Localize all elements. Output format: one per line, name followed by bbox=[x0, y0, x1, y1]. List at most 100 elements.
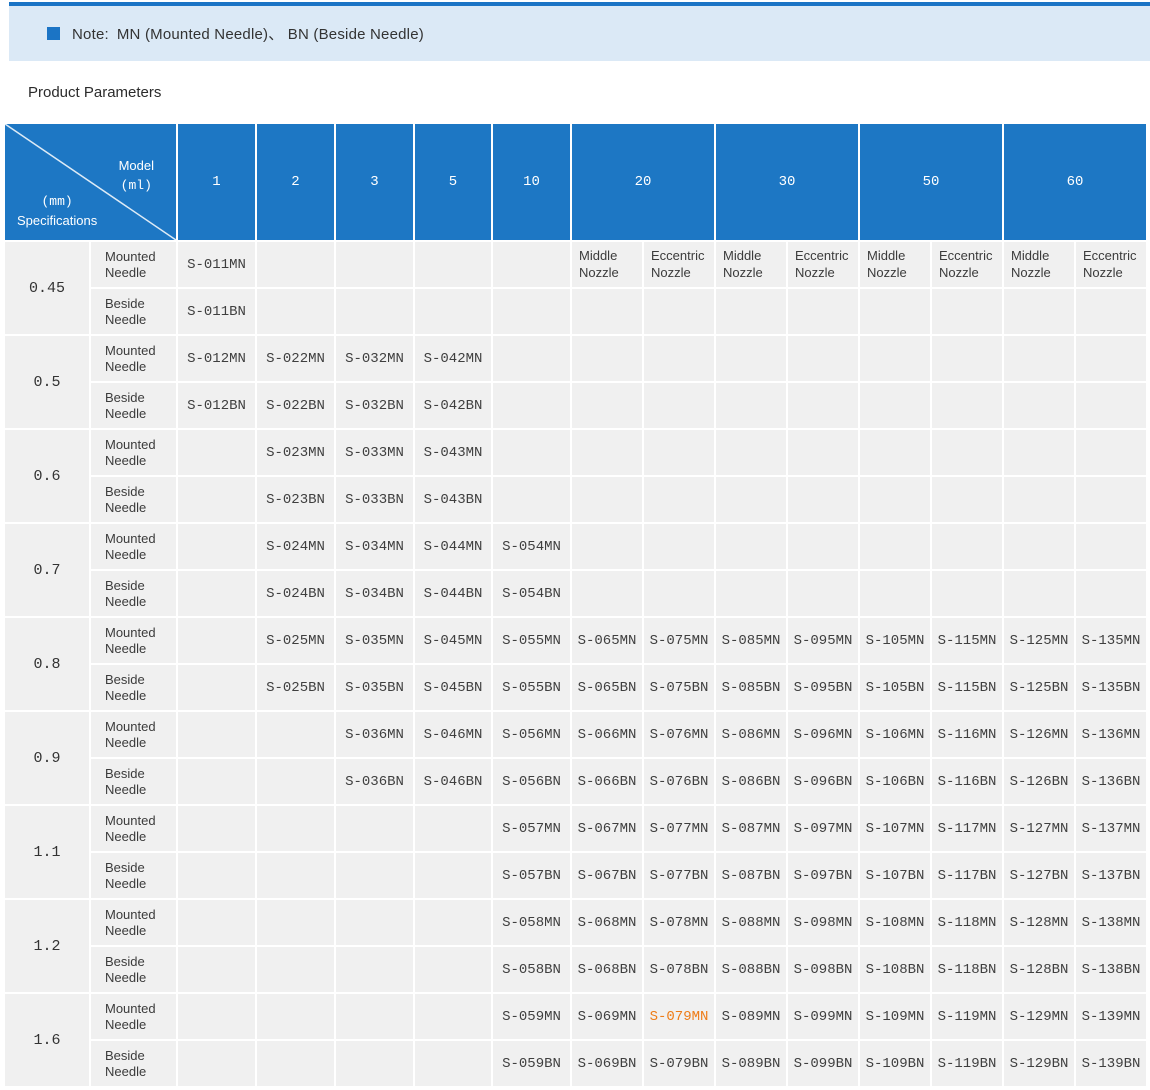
model-code-cell[interactable]: S-023BN bbox=[257, 477, 334, 522]
model-code-cell[interactable]: S-118MN bbox=[932, 900, 1002, 945]
model-code-cell[interactable]: S-045BN bbox=[415, 665, 491, 710]
model-code-cell[interactable]: S-067MN bbox=[572, 806, 642, 851]
model-code-cell[interactable]: S-107MN bbox=[860, 806, 930, 851]
model-code-cell[interactable]: S-065MN bbox=[572, 618, 642, 663]
model-code-cell[interactable]: S-098MN bbox=[788, 900, 858, 945]
model-code-cell[interactable]: S-034MN bbox=[336, 524, 413, 569]
model-code-cell[interactable]: S-138BN bbox=[1076, 947, 1146, 992]
model-code-cell[interactable]: S-059MN bbox=[493, 994, 570, 1039]
model-code-cell[interactable]: S-033MN bbox=[336, 430, 413, 475]
model-code-cell[interactable]: S-057MN bbox=[493, 806, 570, 851]
model-code-cell[interactable]: S-088MN bbox=[716, 900, 786, 945]
model-code-cell[interactable]: S-022MN bbox=[257, 336, 334, 381]
model-code-cell[interactable]: S-068MN bbox=[572, 900, 642, 945]
model-code-cell[interactable]: S-135BN bbox=[1076, 665, 1146, 710]
model-code-cell[interactable]: S-011MN bbox=[178, 242, 255, 287]
model-code-cell[interactable]: S-109MN bbox=[860, 994, 930, 1039]
model-code-cell[interactable]: S-054BN bbox=[493, 571, 570, 616]
model-code-cell[interactable]: S-034BN bbox=[336, 571, 413, 616]
model-code-cell[interactable]: S-097MN bbox=[788, 806, 858, 851]
model-code-cell[interactable]: S-035MN bbox=[336, 618, 413, 663]
model-code-cell[interactable]: S-127BN bbox=[1004, 853, 1074, 898]
model-code-cell[interactable]: S-139BN bbox=[1076, 1041, 1146, 1086]
model-code-cell[interactable]: S-069BN bbox=[572, 1041, 642, 1086]
model-code-cell[interactable]: S-011BN bbox=[178, 289, 255, 334]
model-code-cell[interactable]: S-036BN bbox=[336, 759, 413, 804]
model-code-cell[interactable]: S-098BN bbox=[788, 947, 858, 992]
model-code-cell[interactable]: S-046BN bbox=[415, 759, 491, 804]
model-code-cell[interactable]: S-075MN bbox=[644, 618, 714, 663]
model-code-cell[interactable]: S-054MN bbox=[493, 524, 570, 569]
model-code-cell[interactable]: S-107BN bbox=[860, 853, 930, 898]
model-code-cell[interactable]: S-116MN bbox=[932, 712, 1002, 757]
model-code-cell[interactable]: S-137BN bbox=[1076, 853, 1146, 898]
model-code-cell[interactable]: S-126BN bbox=[1004, 759, 1074, 804]
model-code-cell[interactable]: S-116BN bbox=[932, 759, 1002, 804]
model-code-cell[interactable]: S-046MN bbox=[415, 712, 491, 757]
model-code-cell[interactable]: S-022BN bbox=[257, 383, 334, 428]
model-code-cell[interactable]: S-106BN bbox=[860, 759, 930, 804]
model-code-cell[interactable]: S-099MN bbox=[788, 994, 858, 1039]
model-code-cell[interactable]: S-118BN bbox=[932, 947, 1002, 992]
model-code-cell[interactable]: S-012BN bbox=[178, 383, 255, 428]
model-code-cell[interactable]: S-055BN bbox=[493, 665, 570, 710]
model-code-cell[interactable]: S-079BN bbox=[644, 1041, 714, 1086]
model-code-cell[interactable]: S-045MN bbox=[415, 618, 491, 663]
model-code-cell[interactable]: S-087MN bbox=[716, 806, 786, 851]
model-code-cell[interactable]: S-059BN bbox=[493, 1041, 570, 1086]
model-code-cell[interactable]: S-095MN bbox=[788, 618, 858, 663]
model-code-cell[interactable]: S-125BN bbox=[1004, 665, 1074, 710]
model-code-cell[interactable]: S-086MN bbox=[716, 712, 786, 757]
model-code-cell[interactable]: S-044BN bbox=[415, 571, 491, 616]
model-code-cell[interactable]: S-119MN bbox=[932, 994, 1002, 1039]
model-code-cell[interactable]: S-139MN bbox=[1076, 994, 1146, 1039]
model-code-cell[interactable]: S-058BN bbox=[493, 947, 570, 992]
model-code-cell[interactable]: S-129BN bbox=[1004, 1041, 1074, 1086]
model-code-cell[interactable]: S-106MN bbox=[860, 712, 930, 757]
model-code-cell[interactable]: S-127MN bbox=[1004, 806, 1074, 851]
model-code-cell[interactable]: S-025MN bbox=[257, 618, 334, 663]
model-code-cell[interactable]: S-089MN bbox=[716, 994, 786, 1039]
model-code-cell[interactable]: S-109BN bbox=[860, 1041, 930, 1086]
model-code-cell[interactable]: S-096BN bbox=[788, 759, 858, 804]
model-code-cell[interactable]: S-042BN bbox=[415, 383, 491, 428]
model-code-cell[interactable]: S-115BN bbox=[932, 665, 1002, 710]
model-code-cell[interactable]: S-079MN bbox=[644, 994, 714, 1039]
model-code-cell[interactable]: S-136BN bbox=[1076, 759, 1146, 804]
model-code-cell[interactable]: S-036MN bbox=[336, 712, 413, 757]
model-code-cell[interactable]: S-066BN bbox=[572, 759, 642, 804]
model-code-cell[interactable]: S-105MN bbox=[860, 618, 930, 663]
model-code-cell[interactable]: S-105BN bbox=[860, 665, 930, 710]
model-code-cell[interactable]: S-057BN bbox=[493, 853, 570, 898]
model-code-cell[interactable]: S-085MN bbox=[716, 618, 786, 663]
model-code-cell[interactable]: S-075BN bbox=[644, 665, 714, 710]
model-code-cell[interactable]: S-129MN bbox=[1004, 994, 1074, 1039]
model-code-cell[interactable]: S-136MN bbox=[1076, 712, 1146, 757]
model-code-cell[interactable]: S-097BN bbox=[788, 853, 858, 898]
model-code-cell[interactable]: S-138MN bbox=[1076, 900, 1146, 945]
model-code-cell[interactable]: S-032BN bbox=[336, 383, 413, 428]
model-code-cell[interactable]: S-089BN bbox=[716, 1041, 786, 1086]
model-code-cell[interactable]: S-042MN bbox=[415, 336, 491, 381]
model-code-cell[interactable]: S-033BN bbox=[336, 477, 413, 522]
model-code-cell[interactable]: S-077MN bbox=[644, 806, 714, 851]
model-code-cell[interactable]: S-117BN bbox=[932, 853, 1002, 898]
model-code-cell[interactable]: S-095BN bbox=[788, 665, 858, 710]
model-code-cell[interactable]: S-086BN bbox=[716, 759, 786, 804]
model-code-cell[interactable]: S-085BN bbox=[716, 665, 786, 710]
model-code-cell[interactable]: S-043MN bbox=[415, 430, 491, 475]
model-code-cell[interactable]: S-126MN bbox=[1004, 712, 1074, 757]
model-code-cell[interactable]: S-056BN bbox=[493, 759, 570, 804]
model-code-cell[interactable]: S-119BN bbox=[932, 1041, 1002, 1086]
model-code-cell[interactable]: S-058MN bbox=[493, 900, 570, 945]
model-code-cell[interactable]: S-108BN bbox=[860, 947, 930, 992]
model-code-cell[interactable]: S-135MN bbox=[1076, 618, 1146, 663]
model-code-cell[interactable]: S-137MN bbox=[1076, 806, 1146, 851]
model-code-cell[interactable]: S-088BN bbox=[716, 947, 786, 992]
model-code-cell[interactable]: S-067BN bbox=[572, 853, 642, 898]
model-code-cell[interactable]: S-044MN bbox=[415, 524, 491, 569]
model-code-cell[interactable]: S-069MN bbox=[572, 994, 642, 1039]
model-code-cell[interactable]: S-024BN bbox=[257, 571, 334, 616]
model-code-cell[interactable]: S-035BN bbox=[336, 665, 413, 710]
model-code-cell[interactable]: S-032MN bbox=[336, 336, 413, 381]
